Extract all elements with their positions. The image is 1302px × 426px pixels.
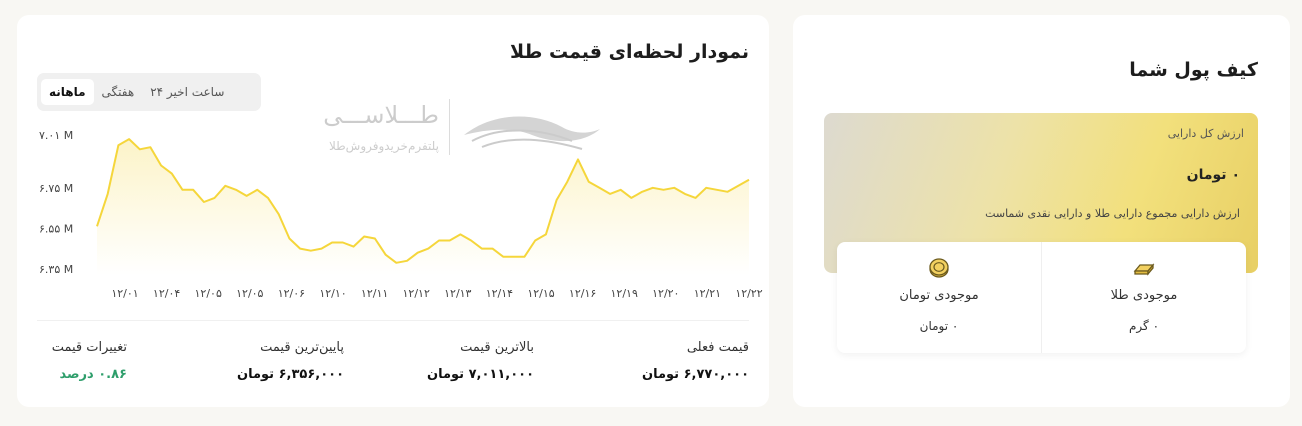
price-chart[interactable]: ۷.۰۱ M ۶.۷۵ M ۶.۵۵ M ۶.۳۵ M ۱۲/۰۱ ۱۲/۰۴ ۱۲/۰۵ ۱… [17, 125, 769, 315]
y-tick-label: ۷.۰۱ M [39, 129, 73, 142]
tab-monthly[interactable]: ماهانه [41, 79, 94, 105]
stat-lowest-price: پایین‌ترین قیمت ۶,۳۵۶,۰۰۰ تومان [237, 340, 344, 382]
x-tick-label: ۱۲/۰۶ [278, 287, 305, 300]
total-assets-label: ارزش کل دارایی [1167, 127, 1244, 140]
gold-balance[interactable]: موجودی طلا ۰ گرم [1042, 242, 1246, 353]
gold-chart-panel: نمودار لحظه‌ای قیمت طلا ماهانه هفتگی ۲۴ … [17, 15, 769, 407]
stats-divider [37, 320, 749, 321]
lowest-price-value: ۶,۳۵۶,۰۰۰ تومان [236, 367, 344, 382]
highest-price-label: بالاترین قیمت [460, 340, 534, 355]
price-change-value: ۰.۸۶ درصد [59, 367, 127, 382]
x-tick-label: ۱۲/۲۱ [694, 287, 721, 300]
toman-balance[interactable]: موجودی تومان ۰ تومان [837, 242, 1042, 353]
tab-24h[interactable]: ۲۴ ساعت اخیر [142, 79, 232, 105]
wallet-title: کیف پول شما [1129, 59, 1258, 81]
total-assets-value: ۰ تومان [1186, 167, 1240, 183]
current-price-value: ۶,۷۷۰,۰۰۰ تومان [641, 367, 749, 382]
x-tick-label: ۱۲/۰۵ [236, 287, 263, 300]
x-tick-label: ۱۲/۱۵ [527, 287, 554, 300]
wallet-panel: کیف پول شما ارزش کل دارایی ۰ تومان ارزش … [793, 15, 1290, 407]
gold-bar-icon [1133, 263, 1155, 276]
x-tick-label: ۱۲/۰۴ [153, 287, 180, 300]
x-tick-label: ۱۲/۱۰ [319, 287, 346, 300]
holdings-card: موجودی طلا ۰ گرم موجودی تومان ۰ تومان [837, 242, 1246, 353]
stat-price-change: تغییرات قیمت ۰.۸۶ درصد [52, 340, 127, 382]
x-tick-label: ۱۲/۱۹ [611, 287, 638, 300]
y-tick-label: ۶.۷۵ M [39, 182, 73, 195]
tab-weekly[interactable]: هفتگی [94, 79, 143, 105]
total-assets-description: ارزش دارایی مجموع دارایی طلا و دارایی نق… [985, 207, 1240, 220]
x-tick-label: ۱۲/۱۶ [569, 287, 596, 300]
toman-balance-value: ۰ تومان [919, 319, 959, 333]
chart-title: نمودار لحظه‌ای قیمت طلا [510, 41, 749, 63]
gold-balance-value: ۰ گرم [1128, 319, 1160, 333]
x-tick-label: ۱۲/۰۵ [195, 287, 222, 300]
coin-icon [929, 258, 949, 278]
price-area [97, 139, 749, 275]
toman-balance-title: موجودی تومان [899, 288, 979, 303]
price-change-label: تغییرات قیمت [51, 340, 127, 355]
y-tick-label: ۶.۳۵ M [39, 263, 73, 276]
lowest-price-label: پایین‌ترین قیمت [260, 340, 344, 355]
x-tick-label: ۱۲/۰۱ [111, 287, 138, 300]
gold-balance-title: موجودی طلا [1110, 288, 1178, 303]
x-tick-label: ۱۲/۱۱ [361, 287, 388, 300]
current-price-label: قیمت فعلی [686, 340, 749, 355]
x-tick-label: ۱۲/۲۰ [652, 287, 679, 300]
x-tick-label: ۱۲/۱۲ [403, 287, 430, 300]
period-tabs: ماهانه هفتگی ۲۴ ساعت اخیر [37, 73, 261, 111]
y-tick-label: ۶.۵۵ M [39, 222, 73, 235]
x-tick-label: ۱۲/۲۲ [735, 287, 762, 300]
x-tick-label: ۱۲/۱۴ [486, 287, 513, 300]
x-tick-label: ۱۲/۱۳ [444, 287, 471, 300]
stat-current-price: قیمت فعلی ۶,۷۷۰,۰۰۰ تومان [642, 340, 749, 382]
stat-highest-price: بالاترین قیمت ۷,۰۱۱,۰۰۰ تومان [427, 340, 534, 382]
highest-price-value: ۷,۰۱۱,۰۰۰ تومان [426, 367, 534, 382]
